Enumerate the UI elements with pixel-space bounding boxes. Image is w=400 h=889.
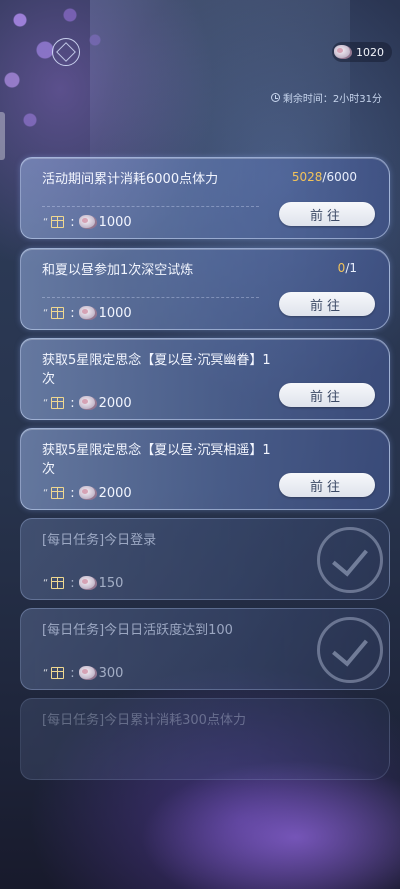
task-reward: “ : 1000 bbox=[43, 305, 132, 321]
task-title: [每日任务]今日登录 bbox=[42, 533, 157, 548]
progress-total: /6000 bbox=[322, 170, 357, 184]
goto-button[interactable]: 前往 bbox=[279, 383, 375, 407]
task-title: 和夏以昼参加1次深空试炼 bbox=[42, 263, 194, 278]
progress-current: 5028 bbox=[291, 170, 323, 184]
task-card-completed: [每日任务]今日日活跃度达到100 “ : 300 bbox=[20, 608, 390, 690]
divider bbox=[42, 297, 259, 298]
divider bbox=[42, 206, 259, 207]
quote-mark: “ bbox=[43, 216, 49, 228]
gem-icon bbox=[78, 486, 97, 500]
task-reward: “ : 2000 bbox=[43, 485, 132, 501]
quote-mark: “ bbox=[43, 307, 49, 319]
goto-button[interactable]: 前往 bbox=[279, 473, 375, 497]
task-reward: “ : 300 bbox=[43, 665, 124, 681]
reward-amount: 2000 bbox=[98, 395, 132, 411]
gem-icon bbox=[78, 396, 97, 410]
gift-icon bbox=[51, 216, 65, 228]
task-title: 获取5星限定思念【夏以昼·沉冥幽眷】1次 bbox=[42, 353, 271, 387]
gem-icon bbox=[78, 306, 97, 320]
task-progress: 0/1 bbox=[338, 261, 357, 275]
gem-icon bbox=[78, 215, 97, 229]
quote-mark: “ bbox=[43, 667, 49, 679]
task-list: 活动期间累计消耗6000点体力 5028/6000 “ : 1000 前往 和夏… bbox=[0, 0, 400, 889]
reward-amount: 1000 bbox=[98, 214, 132, 230]
reward-amount: 300 bbox=[98, 665, 124, 681]
task-title: 获取5星限定思念【夏以昼·沉冥相遥】1次 bbox=[42, 443, 271, 477]
reward-amount: 150 bbox=[98, 575, 124, 591]
gift-icon bbox=[51, 487, 65, 499]
task-title: 活动期间累计消耗6000点体力 bbox=[42, 172, 219, 187]
task-card-completed: [每日任务]今日累计消耗300点体力 bbox=[20, 698, 390, 780]
reward-amount: 1000 bbox=[98, 305, 132, 321]
gem-icon bbox=[78, 576, 97, 590]
task-card-completed: [每日任务]今日登录 “ : 150 bbox=[20, 518, 390, 600]
gem-icon bbox=[78, 666, 97, 680]
task-reward: “ : 2000 bbox=[43, 395, 132, 411]
goto-button[interactable]: 前往 bbox=[279, 202, 375, 226]
gift-icon bbox=[51, 397, 65, 409]
task-reward: “ : 150 bbox=[43, 575, 124, 591]
task-progress: 5028/6000 bbox=[292, 170, 357, 184]
completed-check-icon bbox=[317, 527, 383, 593]
task-title: [每日任务]今日日活跃度达到100 bbox=[42, 623, 233, 638]
task-card: 获取5星限定思念【夏以昼·沉冥相遥】1次 “ : 2000 前往 bbox=[20, 428, 390, 510]
quote-mark: “ bbox=[43, 397, 49, 409]
quote-mark: “ bbox=[43, 487, 49, 499]
quote-mark: “ bbox=[43, 577, 49, 589]
task-card: 获取5星限定思念【夏以昼·沉冥幽眷】1次 “ : 2000 前往 bbox=[20, 338, 390, 420]
goto-button[interactable]: 前往 bbox=[279, 292, 375, 316]
reward-amount: 2000 bbox=[98, 485, 132, 501]
gift-icon bbox=[51, 667, 65, 679]
completed-check-icon bbox=[317, 617, 383, 683]
gift-icon bbox=[51, 577, 65, 589]
task-card: 活动期间累计消耗6000点体力 5028/6000 “ : 1000 前往 bbox=[20, 157, 390, 239]
task-title: [每日任务]今日累计消耗300点体力 bbox=[42, 713, 246, 728]
gift-icon bbox=[51, 307, 65, 319]
task-card: 和夏以昼参加1次深空试炼 0/1 “ : 1000 前往 bbox=[20, 248, 390, 330]
progress-total: /1 bbox=[345, 261, 357, 275]
task-reward: “ : 1000 bbox=[43, 214, 132, 230]
